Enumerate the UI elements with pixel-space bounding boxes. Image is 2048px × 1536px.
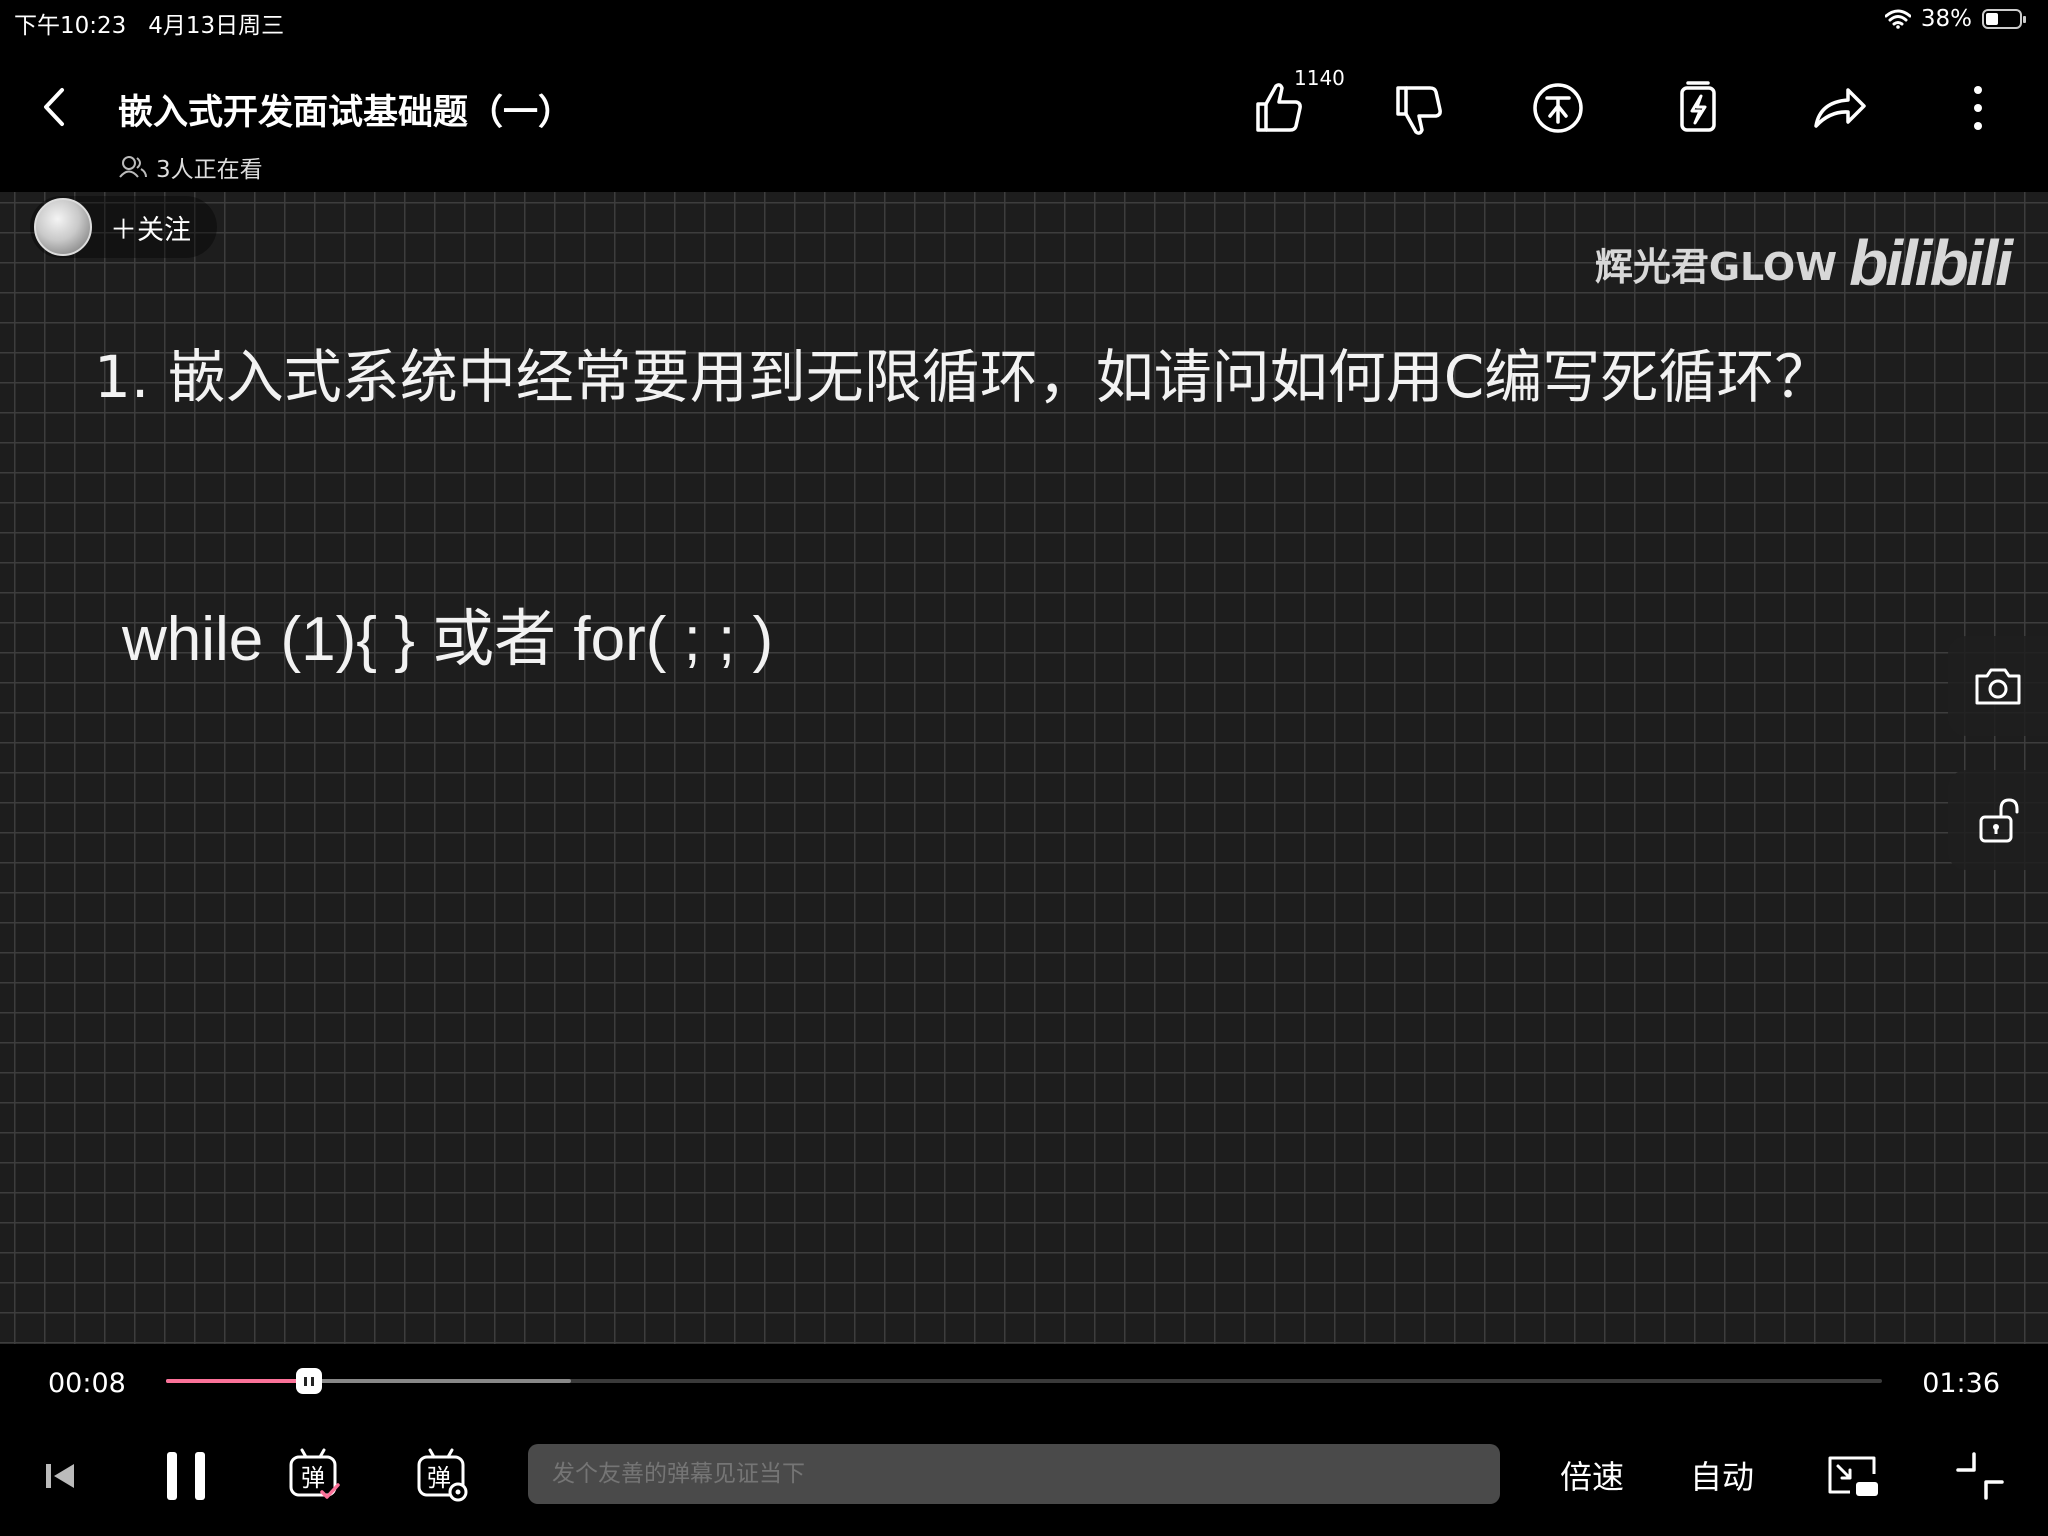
unlock-icon (1979, 798, 2019, 843)
bilibili-logo: bilibili (1849, 227, 2013, 299)
status-date: 4月13日周三 (148, 13, 285, 39)
avatar[interactable] (34, 198, 92, 256)
slide-question: 1. 嵌入式系统中经常要用到无限循环，如请问如何用C编写死循环？ (94, 343, 1833, 411)
pause-button[interactable] (156, 1446, 216, 1506)
battery-percent: 38% (1920, 6, 1972, 32)
exit-fullscreen-button[interactable] (1950, 1446, 2010, 1506)
video-header: 嵌入式开发面试基础题（一） 3人正在看 1140 (0, 40, 2048, 192)
wifi-icon (1884, 9, 1911, 29)
danmaku-on-icon: 弹 (289, 1448, 340, 1499)
current-time: 00:08 (48, 1368, 126, 1399)
lock-button[interactable] (1948, 770, 2048, 870)
battery-icon (1982, 9, 2026, 29)
status-time-date: 下午10:23 4月13日周三 (14, 6, 284, 40)
follow-label: ＋关注 (110, 214, 191, 246)
share-button[interactable] (1804, 74, 1872, 142)
status-bar: 下午10:23 4月13日周三 38% (0, 0, 2048, 40)
video-title: 嵌入式开发面试基础题（一） (118, 93, 574, 133)
exit-fullscreen-icon (1956, 1452, 2004, 1500)
slide-answer: while (1){ } 或者 for( ; ; ) (122, 605, 774, 674)
seek-handle[interactable] (295, 1368, 322, 1394)
favorite-icon (1680, 81, 1716, 132)
thumbs-down-icon (1396, 86, 1442, 135)
viewer-count: 3人正在看 (118, 150, 263, 184)
danmaku-toggle-glyph: 弹 (301, 1464, 325, 1492)
favorite-button[interactable] (1664, 74, 1732, 142)
watermark-name: 辉光君GLOW (1594, 244, 1838, 289)
danmaku-settings-button[interactable]: 弹 (412, 1446, 472, 1506)
danmaku-input[interactable] (528, 1444, 1500, 1504)
status-time: 下午10:23 (14, 13, 127, 39)
skip-back-icon (46, 1464, 74, 1488)
pause-icon (167, 1452, 205, 1500)
coin-button[interactable] (1524, 74, 1592, 142)
screenshot-button[interactable] (1948, 636, 2048, 736)
back-icon (44, 88, 64, 126)
dislike-button[interactable] (1384, 74, 1452, 142)
danmaku-toggle[interactable]: 弹 (284, 1446, 344, 1506)
picture-in-picture-icon (1828, 1456, 1878, 1496)
previous-button[interactable] (30, 1446, 90, 1506)
more-icon (1974, 86, 1982, 130)
quality-button[interactable]: 自动 (1690, 1452, 1754, 1498)
progress-bar[interactable] (166, 1368, 1882, 1394)
follow-button[interactable]: ＋关注 (30, 196, 217, 258)
status-indicators: 38% (1884, 6, 2026, 32)
back-button[interactable] (36, 82, 76, 132)
danmaku-settings-glyph: 弹 (427, 1464, 451, 1492)
viewer-count-label: 3人正在看 (156, 157, 263, 183)
speed-button[interactable]: 倍速 (1560, 1452, 1624, 1498)
total-time: 01:36 (1922, 1368, 2000, 1399)
like-count: 1140 (1294, 66, 1345, 90)
player-controls: 00:08 01:36 弹 弹 发个友善的弹幕见证当下 倍速 自动 (0, 1344, 2048, 1536)
danmaku-settings-icon: 弹 (417, 1448, 468, 1502)
pip-button[interactable] (1822, 1446, 1882, 1506)
video-player[interactable]: ＋关注 辉光君GLOW bilibili 1. 嵌入式系统中经常要用到无限循环，… (0, 192, 2048, 1344)
played-bar (166, 1379, 309, 1383)
more-button[interactable] (1944, 74, 2012, 142)
coin-icon (1533, 83, 1583, 133)
share-icon (1814, 88, 1866, 128)
watermark: 辉光君GLOW bilibili (1594, 226, 2013, 300)
people-icon (119, 156, 147, 178)
camera-icon (1975, 668, 2021, 705)
